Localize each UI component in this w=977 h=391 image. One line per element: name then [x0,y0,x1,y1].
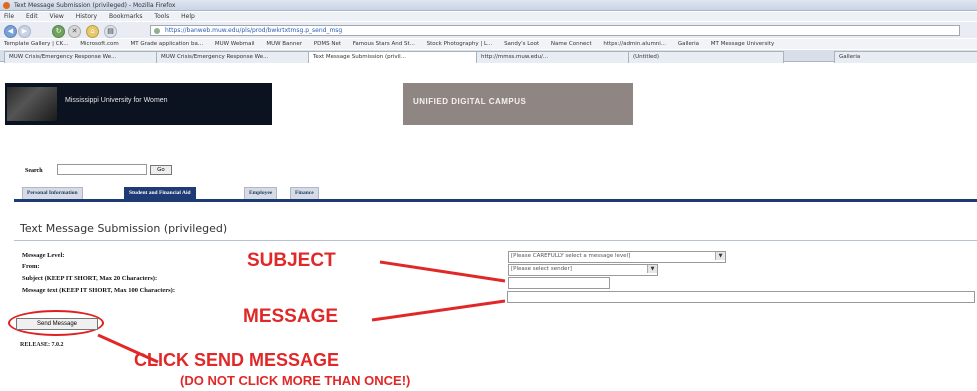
do-not-click-annotation: (DO NOT CLICK MORE THAN ONCE!) [180,373,411,388]
annotation-arrows [97,260,506,364]
message-annotation: MESSAGE [243,306,339,327]
message-pointer-line [371,299,506,322]
subject-annotation: SUBJECT [247,250,336,271]
click-send-annotation: CLICK SEND MESSAGE [134,350,340,370]
subject-pointer-line [379,260,506,283]
